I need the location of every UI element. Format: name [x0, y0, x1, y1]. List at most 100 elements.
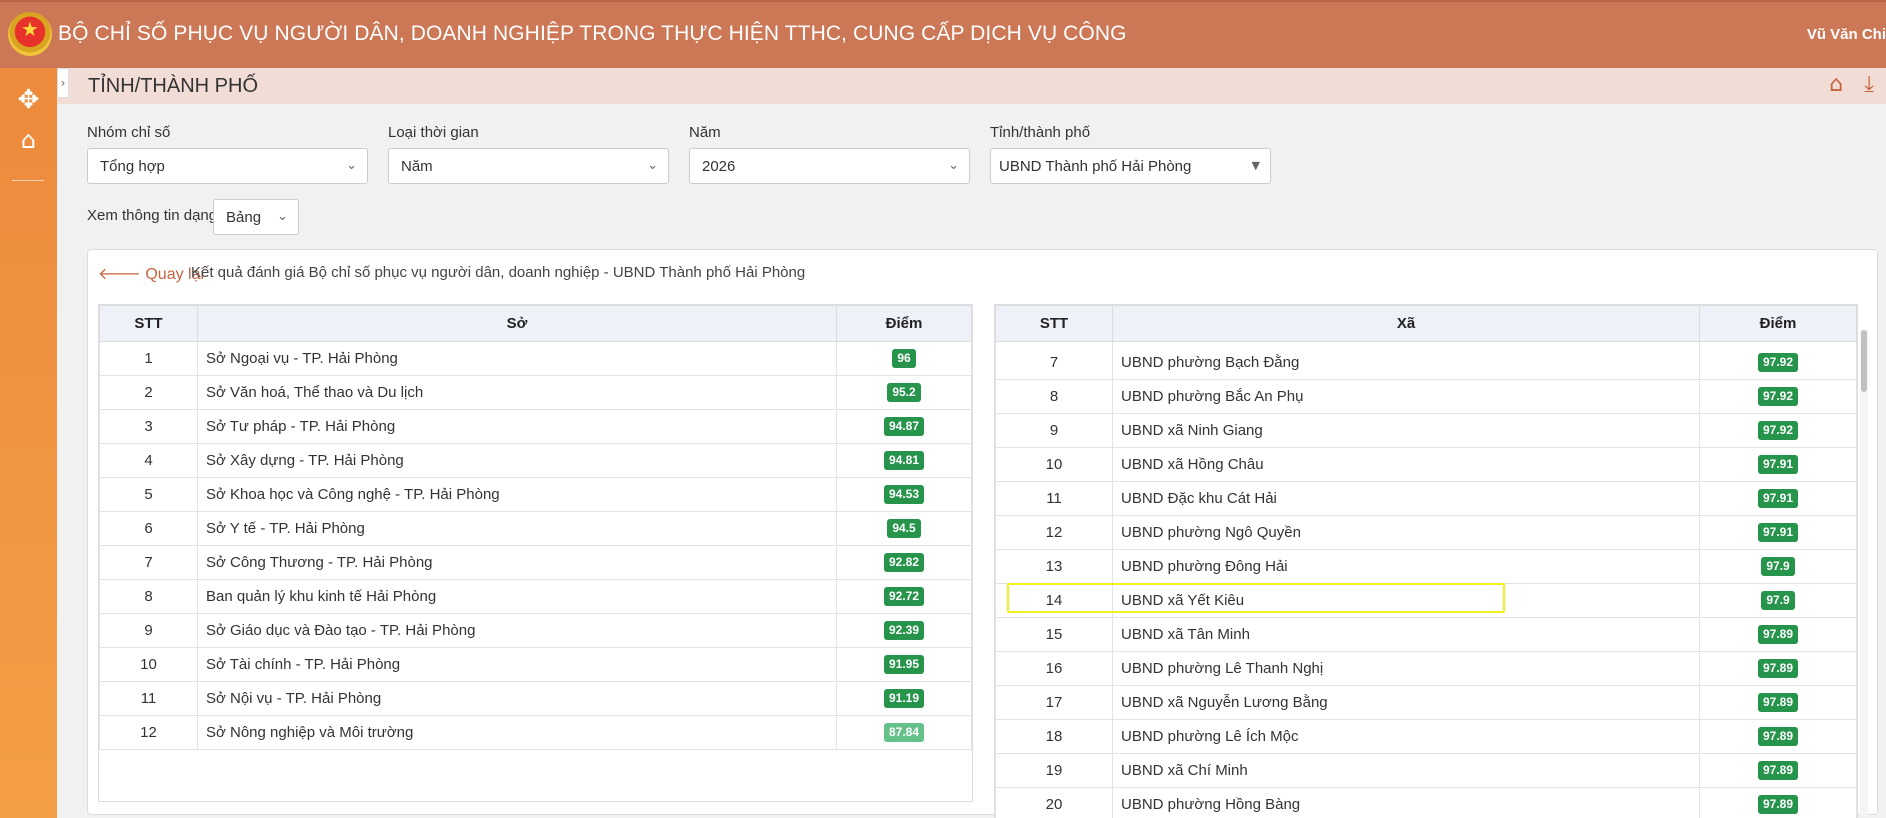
row-stt: 16 [995, 651, 1113, 686]
column-header-stt: STT [995, 305, 1113, 342]
row-score: 94.87 [836, 409, 972, 444]
highlight-annotation [1007, 583, 1505, 613]
table-row[interactable]: 17 UBND xã Nguyễn Lương Bằng 97.89 [995, 685, 1857, 720]
commune-table-scrollbar[interactable] [1860, 330, 1868, 816]
row-score: 94.53 [836, 477, 972, 512]
table-row[interactable]: 4 Sở Xây dựng - TP. Hải Phòng 94.81 [99, 443, 972, 478]
chevron-down-icon: ⌄ [277, 209, 288, 224]
year-label: Năm [689, 124, 721, 141]
table-row[interactable]: 18 UBND phường Lê Ích Mộc 97.89 [995, 719, 1857, 754]
row-stt: 5 [99, 477, 198, 512]
table-row[interactable]: 10 Sở Tài chính - TP. Hải Phòng 91.95 [99, 647, 972, 682]
score-badge: 92.82 [883, 553, 925, 572]
row-name: UBND phường Hồng Bàng [1112, 787, 1700, 818]
row-score: 92.39 [836, 613, 972, 648]
time-type-select[interactable]: Năm ⌄ [388, 148, 669, 184]
row-name: Sở Nội vụ - TP. Hải Phòng [197, 681, 837, 716]
time-type-label: Loại thời gian [388, 124, 479, 141]
table-row[interactable]: 7 Sở Công Thương - TP. Hải Phòng 92.82 [99, 545, 972, 580]
compass-icon[interactable]: ✥ [12, 84, 45, 117]
column-header-department: Sở [197, 305, 837, 342]
row-score: 94.5 [836, 511, 972, 546]
back-link[interactable]: 🡐 Quay lại [98, 263, 204, 284]
score-badge: 97.9 [1761, 557, 1795, 576]
row-name: UBND xã Nguyễn Lương Bằng [1112, 685, 1700, 720]
score-badge: 92.72 [883, 587, 925, 606]
row-score: 94.81 [836, 443, 972, 478]
sidebar-toggle-button[interactable]: › [57, 68, 69, 98]
table-row[interactable]: 2 Sở Văn hoá, Thể thao và Du lịch 95.2 [99, 375, 972, 410]
table-row[interactable]: 7 UBND phường Bạch Đằng 97.92 [995, 341, 1857, 380]
page-header: TỈNH/THÀNH PHỐ ⌂ ⤓ [57, 68, 1886, 104]
row-name: UBND xã Hồng Châu [1112, 447, 1700, 482]
row-stt: 19 [995, 753, 1113, 788]
view-mode-select[interactable]: Bảng ⌄ [213, 199, 299, 235]
table-row[interactable]: 3 Sở Tư pháp - TP. Hải Phòng 94.87 [99, 409, 972, 444]
table-row[interactable]: 5 Sở Khoa học và Công nghệ - TP. Hải Phòn… [99, 477, 972, 512]
score-badge: 91.95 [883, 655, 925, 674]
row-name: Sở Xây dựng - TP. Hải Phòng [197, 443, 837, 478]
table-row[interactable]: 12 UBND phường Ngô Quyền 97.91 [995, 515, 1857, 550]
home-icon[interactable]: ⌂ [12, 124, 45, 157]
table-row[interactable]: 8 UBND phường Bắc An Phụ 97.92 [995, 379, 1857, 414]
row-stt: 9 [995, 413, 1113, 448]
row-name: UBND Đặc khu Cát Hải [1112, 481, 1700, 516]
row-score: 97.9 [1699, 549, 1857, 584]
row-score: 97.92 [1699, 341, 1857, 380]
row-score: 96 [836, 341, 972, 376]
row-name: UBND phường Lê Thanh Nghị [1112, 651, 1700, 686]
table-row[interactable]: 15 UBND xã Tân Minh 97.89 [995, 617, 1857, 652]
row-score: 92.72 [836, 579, 972, 614]
score-badge: 94.53 [883, 485, 925, 504]
download-icon[interactable]: ⤓ [1864, 72, 1874, 97]
score-badge: 94.87 [883, 417, 925, 436]
row-name: Sở Văn hoá, Thể thao và Du lịch [197, 375, 837, 410]
row-name: UBND phường Ngô Quyền [1112, 515, 1700, 550]
table-row[interactable]: 1 Sở Ngoại vụ - TP. Hải Phòng 96 [99, 341, 972, 376]
user-name[interactable]: Vũ Văn Chi [1807, 26, 1886, 43]
year-select[interactable]: 2026 ⌄ [689, 148, 970, 184]
row-score: 97.9 [1699, 583, 1857, 618]
table-row[interactable]: 11 Sở Nội vụ - TP. Hải Phòng 91.19 [99, 681, 972, 716]
sidebar-divider [12, 180, 44, 181]
row-score: 87.84 [836, 715, 972, 750]
score-badge: 87.84 [883, 723, 925, 742]
scrollbar-thumb[interactable] [1861, 330, 1867, 392]
group-select[interactable]: Tổng hợp ⌄ [87, 148, 368, 184]
province-select[interactable]: UBND Thành phố Hải Phòng ▼ [990, 148, 1271, 184]
home-icon[interactable]: ⌂ [1829, 72, 1843, 97]
row-stt: 18 [995, 719, 1113, 754]
row-name: Sở Tài chính - TP. Hải Phòng [197, 647, 837, 682]
row-name: UBND phường Bắc An Phụ [1112, 379, 1700, 414]
row-score: 97.89 [1699, 617, 1857, 652]
row-score: 97.89 [1699, 651, 1857, 686]
score-badge: 97.91 [1757, 489, 1799, 508]
row-stt: 15 [995, 617, 1113, 652]
row-score: 97.89 [1699, 719, 1857, 754]
row-score: 97.89 [1699, 753, 1857, 788]
row-name: UBND phường Đông Hải [1112, 549, 1700, 584]
table-row[interactable]: 9 UBND xã Ninh Giang 97.92 [995, 413, 1857, 448]
table-row[interactable]: 11 UBND Đặc khu Cát Hải 97.91 [995, 481, 1857, 516]
group-label: Nhóm chỉ số [87, 124, 171, 141]
score-badge: 91.19 [883, 689, 925, 708]
row-stt: 17 [995, 685, 1113, 720]
row-name: Sở Y tế - TP. Hải Phòng [197, 511, 837, 546]
score-badge: 97.89 [1757, 625, 1799, 644]
table-row[interactable]: 10 UBND xã Hồng Châu 97.91 [995, 447, 1857, 482]
score-badge: 97.91 [1757, 523, 1799, 542]
view-mode-label: Xem thông tin dạng [87, 207, 218, 224]
table-row[interactable]: 16 UBND phường Lê Thanh Nghị 97.89 [995, 651, 1857, 686]
table-row[interactable]: 12 Sở Nông nghiệp và Môi trường 87.84 [99, 715, 972, 750]
table-row[interactable]: 19 UBND xã Chí Minh 97.89 [995, 753, 1857, 788]
table-row[interactable]: 20 UBND phường Hồng Bàng 97.89 [995, 787, 1857, 818]
table-row[interactable]: 13 UBND phường Đông Hải 97.9 [995, 549, 1857, 584]
table-row[interactable]: 8 Ban quản lý khu kinh tế Hải Phòng 92.72 [99, 579, 972, 614]
table-row[interactable]: 9 Sở Giáo dục và Đào tạo - TP. Hải Phòng 9… [99, 613, 972, 648]
score-badge: 97.89 [1757, 727, 1799, 746]
top-header: ★ BỘ CHỈ SỐ PHỤC VỤ NGƯỜI DÂN, DOANH NGH… [0, 0, 1886, 68]
table-row[interactable]: 6 Sở Y tế - TP. Hải Phòng 94.5 [99, 511, 972, 546]
row-name: UBND phường Bạch Đằng [1112, 341, 1700, 380]
column-header-commune: Xã [1112, 305, 1700, 342]
row-stt: 7 [995, 341, 1113, 380]
